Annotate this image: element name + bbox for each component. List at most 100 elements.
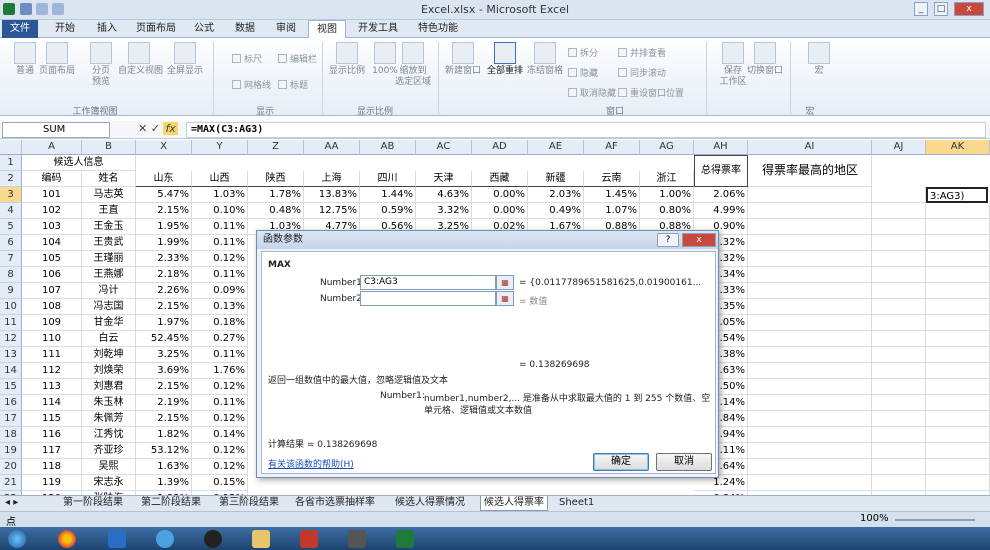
column-header[interactable]: AB — [360, 140, 416, 155]
cell-name[interactable]: 齐亚珍 — [82, 443, 136, 459]
cell-empty[interactable] — [872, 411, 926, 427]
browser-icon[interactable] — [156, 530, 174, 548]
cell-empty[interactable] — [748, 251, 872, 267]
ribbon-button-13[interactable]: 宏 — [798, 42, 840, 77]
ribbon-small-button-1[interactable]: 隐藏 — [568, 66, 598, 79]
tab-5[interactable]: 数据 — [226, 20, 264, 38]
cell-rate[interactable]: 0.12% — [192, 459, 248, 475]
cell-rate[interactable]: 0.10% — [192, 203, 248, 219]
cell-id[interactable]: 111 — [22, 347, 82, 363]
cell-empty[interactable] — [926, 251, 990, 267]
cell-rate[interactable]: 0.49% — [528, 203, 584, 219]
cell-rate[interactable]: 0.12% — [192, 411, 248, 427]
ribbon-checkbox-1[interactable]: 编辑栏 — [278, 52, 317, 65]
help-icon[interactable]: ? — [657, 233, 679, 247]
cell-empty[interactable] — [926, 347, 990, 363]
row-header[interactable]: 13 — [0, 347, 22, 363]
cell-rate[interactable]: 0.18% — [192, 315, 248, 331]
cell-empty[interactable] — [748, 283, 872, 299]
cell-rate[interactable]: 0.48% — [248, 203, 304, 219]
cell-empty[interactable] — [926, 315, 990, 331]
cell-rate[interactable]: 0.11% — [192, 347, 248, 363]
cell-empty[interactable] — [926, 427, 990, 443]
sheet-tab[interactable]: 第三阶段结果 — [216, 496, 282, 511]
close-icon[interactable]: x — [954, 2, 984, 16]
cell-rate[interactable]: 12.75% — [304, 203, 360, 219]
cell-name[interactable]: 朱佩芳 — [82, 411, 136, 427]
sheet-tab[interactable]: 第一阶段结果 — [60, 496, 126, 511]
cell-empty[interactable] — [748, 299, 872, 315]
cancel-icon[interactable]: ✕ — [138, 122, 147, 135]
cell-rate[interactable]: 2.18% — [136, 267, 192, 283]
cell-name[interactable]: 宋志永 — [82, 475, 136, 491]
row-header[interactable]: 17 — [0, 411, 22, 427]
cell-empty[interactable] — [748, 427, 872, 443]
start-icon[interactable] — [8, 530, 26, 548]
cell-name[interactable]: 王瑾丽 — [82, 251, 136, 267]
cell-empty[interactable] — [748, 315, 872, 331]
folder-icon[interactable] — [252, 530, 270, 548]
ribbon-button-1[interactable]: 页面布局 — [36, 42, 78, 77]
ribbon-button-12[interactable]: 切换窗口 — [744, 42, 786, 77]
cell-rate[interactable]: 1.82% — [136, 427, 192, 443]
arg2-input[interactable] — [360, 291, 496, 306]
enter-icon[interactable]: ✓ — [151, 122, 160, 135]
ribbon-small-button-5[interactable]: 重设窗口位置 — [618, 86, 684, 99]
cell-empty[interactable] — [872, 267, 926, 283]
cell-id[interactable]: 110 — [22, 331, 82, 347]
dialog-close-icon[interactable]: x — [682, 233, 716, 247]
row-header[interactable]: 3 — [0, 187, 22, 203]
cell-empty[interactable] — [926, 331, 990, 347]
cell-rate[interactable]: 1.63% — [136, 459, 192, 475]
sheet-tab[interactable]: 各省市选票抽样率 — [292, 496, 378, 511]
cell-id[interactable]: 102 — [22, 203, 82, 219]
cell-empty[interactable] — [748, 267, 872, 283]
cell-name[interactable]: 王燕娜 — [82, 267, 136, 283]
cell-empty[interactable] — [926, 203, 990, 219]
excel-taskbar-icon[interactable] — [396, 530, 414, 548]
row-header[interactable]: 4 — [0, 203, 22, 219]
tab-2[interactable]: 插入 — [88, 20, 126, 38]
cell-ak3-editing[interactable]: 3:AG3) — [926, 187, 988, 203]
ribbon-button-2[interactable]: 分页 预览 — [80, 42, 122, 88]
cell-empty[interactable] — [926, 299, 990, 315]
arg2-collapse-icon[interactable]: ▦ — [496, 291, 514, 306]
cell-id[interactable]: 114 — [22, 395, 82, 411]
cell-empty[interactable] — [926, 267, 990, 283]
cell-id[interactable]: 117 — [22, 443, 82, 459]
ribbon-button-10[interactable]: 冻结窗格 — [524, 42, 566, 77]
cell-rate[interactable]: 0.11% — [192, 235, 248, 251]
cell-name[interactable]: 朱玉林 — [82, 395, 136, 411]
cell-empty[interactable] — [748, 187, 872, 203]
cell-rate[interactable]: 2.15% — [136, 299, 192, 315]
cell-empty[interactable] — [872, 443, 926, 459]
ribbon-checkbox-0[interactable]: 标尺 — [232, 52, 262, 65]
powerpoint-icon[interactable] — [300, 530, 318, 548]
column-header[interactable]: AK — [926, 140, 990, 155]
row-header[interactable]: 16 — [0, 395, 22, 411]
cell-name[interactable]: 冯志国 — [82, 299, 136, 315]
cell-rate[interactable]: 0.11% — [192, 219, 248, 235]
row-header[interactable]: 2 — [0, 171, 22, 187]
ribbon-button-8[interactable]: 新建窗口 — [442, 42, 484, 77]
cell-empty[interactable] — [872, 283, 926, 299]
tab-4[interactable]: 公式 — [186, 20, 222, 38]
cell-empty[interactable] — [748, 235, 872, 251]
cell-rate[interactable]: 2.26% — [136, 283, 192, 299]
tab-7[interactable]: 视图 — [308, 20, 346, 38]
ribbon-small-button-0[interactable]: 拆分 — [568, 46, 598, 59]
cell-name[interactable]: 王金玉 — [82, 219, 136, 235]
cell-rate[interactable]: 53.12% — [136, 443, 192, 459]
cell-name[interactable]: 吴熙 — [82, 459, 136, 475]
cell-name[interactable]: 刘焕荣 — [82, 363, 136, 379]
cell-empty[interactable] — [872, 379, 926, 395]
cell-rate[interactable]: 4.63% — [416, 187, 472, 203]
cell-rate[interactable]: 3.69% — [136, 363, 192, 379]
cell-empty[interactable] — [872, 187, 926, 203]
row-header[interactable]: 5 — [0, 219, 22, 235]
cell-empty[interactable] — [748, 411, 872, 427]
cell-rate[interactable]: 3.25% — [136, 347, 192, 363]
cell-empty[interactable] — [872, 219, 926, 235]
cell-rate[interactable]: 0.09% — [192, 283, 248, 299]
row-header[interactable]: 14 — [0, 363, 22, 379]
